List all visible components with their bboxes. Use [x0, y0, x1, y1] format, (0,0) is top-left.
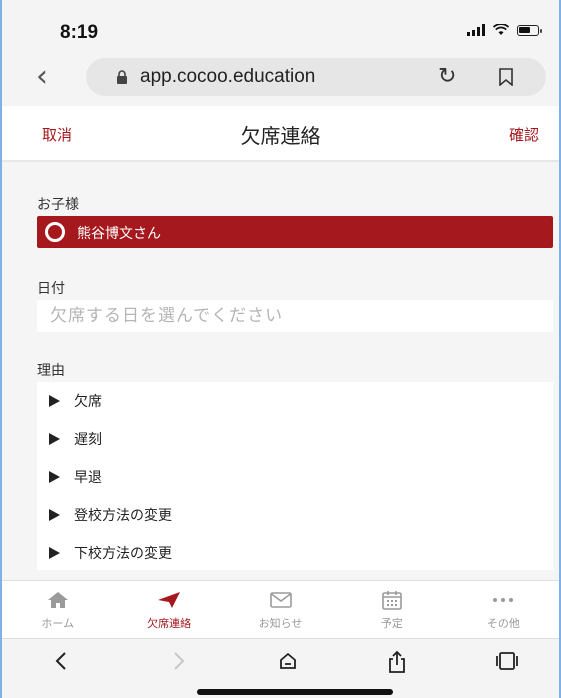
status-time: 8:19 — [60, 22, 99, 43]
tab-label: その他 — [486, 617, 520, 630]
app-header: 取消 欠席連絡 確認 — [2, 106, 559, 162]
status-bar: 8:19 — [2, 0, 559, 50]
reason-label: 欠席 — [74, 394, 102, 410]
bottom-tab-bar: ホーム 欠席連絡 お知らせ 予定 その他 — [2, 580, 559, 638]
triangle-right-icon — [49, 509, 60, 521]
tabs-icon[interactable] — [496, 651, 518, 671]
mail-icon — [269, 592, 292, 608]
url-field[interactable]: app.cocoo.education ↻ — [86, 58, 546, 96]
reason-item-return-change[interactable]: 下校方法の変更 — [37, 534, 553, 572]
reason-item-late[interactable]: 遅刻 — [37, 420, 553, 458]
reason-label: 遅刻 — [74, 432, 102, 448]
battery-icon — [517, 24, 542, 36]
triangle-right-icon — [49, 395, 60, 407]
reason-item-early-leave[interactable]: 早退 — [37, 458, 553, 496]
child-name: 熊谷博文さん — [77, 226, 161, 242]
tab-label: 欠席連絡 — [147, 617, 192, 630]
lock-icon — [117, 70, 127, 84]
date-input[interactable] — [37, 300, 553, 332]
browser-address-bar: ‹ app.cocoo.education ↻ — [2, 50, 559, 106]
absence-form: お子様 熊谷博文さん 日付 理由 欠席 遅刻 早退 登校方法の変更 — [2, 162, 559, 580]
reason-list: 欠席 遅刻 早退 登校方法の変更 下校方法の変更 — [37, 382, 553, 570]
share-home-icon[interactable] — [278, 651, 298, 671]
reason-section-label: 理由 — [37, 363, 65, 379]
tab-home[interactable]: ホーム — [2, 581, 113, 638]
reason-label: 下校方法の変更 — [74, 546, 172, 562]
tab-more[interactable]: その他 — [448, 581, 559, 638]
tab-schedule[interactable]: 予定 — [336, 581, 447, 638]
reason-label: 早退 — [74, 470, 102, 486]
tab-notices[interactable]: お知らせ — [225, 581, 336, 638]
browser-back-icon[interactable] — [54, 651, 68, 671]
calendar-icon — [382, 591, 402, 610]
triangle-right-icon — [49, 433, 60, 445]
reload-icon[interactable]: ↻ — [438, 64, 456, 89]
tab-label: 予定 — [380, 617, 403, 630]
phone-screen: 8:19 ‹ app.cocoo.education ↻ 取消 欠席連絡 確認 … — [0, 0, 561, 698]
triangle-right-icon — [49, 547, 60, 559]
wifi-icon — [493, 24, 509, 35]
status-icons — [467, 24, 542, 36]
back-chevron-icon[interactable]: ‹ — [36, 60, 48, 94]
more-icon — [493, 598, 514, 602]
page-title: 欠席連絡 — [240, 124, 321, 148]
reason-item-absence[interactable]: 欠席 — [37, 382, 553, 420]
tab-absence[interactable]: 欠席連絡 — [113, 581, 224, 638]
confirm-button[interactable]: 確認 — [509, 124, 539, 145]
tab-label: お知らせ — [258, 617, 303, 630]
home-icon — [47, 592, 68, 608]
reason-item-commute-change[interactable]: 登校方法の変更 — [37, 496, 553, 534]
radio-selected-icon — [45, 222, 65, 242]
bookmark-icon[interactable] — [498, 68, 514, 86]
url-text: app.cocoo.education — [140, 66, 316, 87]
home-indicator — [197, 689, 393, 695]
child-selector[interactable]: 熊谷博文さん — [37, 216, 553, 248]
triangle-right-icon — [49, 471, 60, 483]
signal-icon — [467, 24, 485, 36]
send-icon — [158, 592, 181, 608]
share-icon[interactable] — [387, 651, 407, 673]
child-section-label: お子様 — [37, 197, 79, 213]
tab-label: ホーム — [41, 617, 75, 630]
browser-forward-icon[interactable] — [172, 651, 186, 671]
date-section-label: 日付 — [37, 281, 65, 297]
reason-label: 登校方法の変更 — [74, 508, 172, 524]
